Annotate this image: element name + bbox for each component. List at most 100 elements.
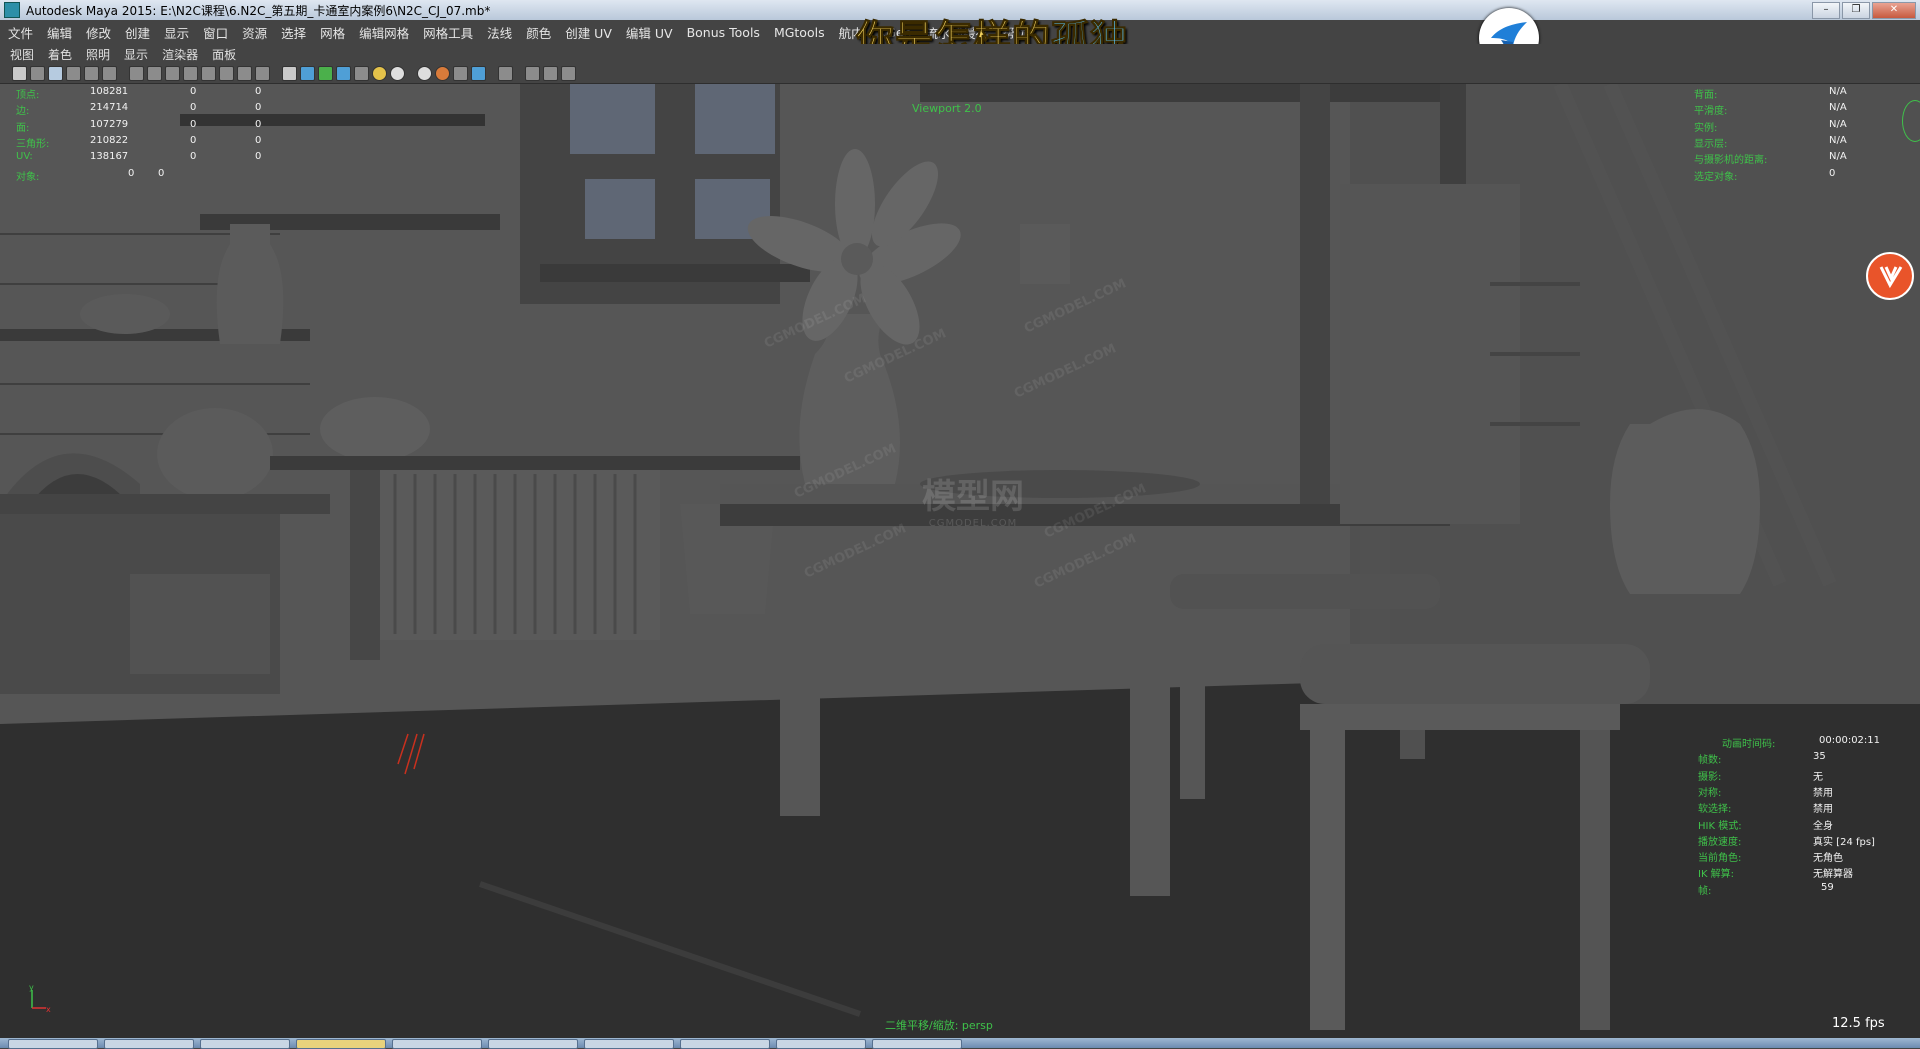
- image-plane-icon[interactable]: [66, 66, 81, 81]
- hud-label: 软选择:: [1698, 804, 1732, 816]
- camera-cube-icon[interactable]: [525, 66, 540, 81]
- motion-blur-icon[interactable]: [435, 66, 450, 81]
- hud-value: 0: [255, 118, 262, 130]
- panel-menu-item[interactable]: 渲染器: [162, 46, 198, 63]
- film-gate-icon[interactable]: [102, 66, 117, 81]
- camera-label: 二维平移/缩放: persp: [885, 1019, 993, 1032]
- panel-menu-item[interactable]: 视图: [10, 46, 34, 63]
- field-chart-icon[interactable]: [165, 66, 180, 81]
- viewport-scene: [0, 84, 1920, 1038]
- axis-gizmo-icon: y x: [29, 984, 51, 1014]
- hud-label: 选定对象:: [1694, 171, 1738, 183]
- hud-value: 0: [255, 102, 262, 114]
- menu-item[interactable]: 网格: [320, 23, 345, 42]
- hud-value: N/A: [1829, 151, 1847, 163]
- axis-x-label: x: [46, 1005, 51, 1014]
- bookmarks-icon[interactable]: [48, 66, 63, 81]
- hud-value: 无: [1813, 771, 1823, 783]
- watermark-logo-en: CGMODEL.COM: [928, 518, 1018, 529]
- hud-value: 0: [190, 151, 197, 163]
- menu-item[interactable]: 资源: [242, 23, 267, 42]
- panel-menu-item[interactable]: 着色: [48, 46, 72, 63]
- menu-item[interactable]: 文件: [8, 23, 33, 42]
- menu-item[interactable]: 创建 UV: [565, 23, 612, 42]
- menu-item[interactable]: 编辑网格: [359, 23, 409, 42]
- isolate-select-icon[interactable]: [219, 66, 234, 81]
- panel-menu-item[interactable]: 显示: [124, 46, 148, 63]
- menu-item[interactable]: 编辑: [47, 23, 72, 42]
- hud-label: HIK 模式:: [1698, 820, 1742, 832]
- hud-value: 138167: [90, 151, 129, 163]
- select-camera-icon[interactable]: [12, 66, 27, 81]
- depth-of-field-icon[interactable]: [471, 66, 486, 81]
- menu-item[interactable]: 窗口: [203, 23, 228, 42]
- hud-value: 0: [1829, 167, 1836, 179]
- node-editor-icon[interactable]: [561, 66, 576, 81]
- hud-label: 面:: [16, 122, 30, 134]
- window-title: Autodesk Maya 2015: E:\N2C课程\6.N2C_第五期_卡…: [26, 3, 491, 18]
- xray-icon[interactable]: [237, 66, 252, 81]
- hud-label: 边:: [16, 106, 30, 118]
- hud-value: 108281: [90, 86, 129, 97]
- menu-item[interactable]: MGtools: [774, 25, 825, 40]
- gate-mask-icon[interactable]: [147, 66, 162, 81]
- checker-icon[interactable]: [354, 66, 369, 81]
- isolate-view-icon[interactable]: [498, 66, 513, 81]
- hud-value: 35: [1813, 751, 1826, 763]
- safe-title-icon[interactable]: [201, 66, 216, 81]
- use-all-lights-icon[interactable]: [372, 66, 387, 81]
- hud-label: 帧:: [1698, 885, 1712, 897]
- menu-item[interactable]: 创建: [125, 23, 150, 42]
- panel-menubar: 视图 着色 照明 显示 渲染器 面板: [0, 44, 1920, 64]
- hud-value: 全身: [1813, 820, 1833, 832]
- menu-item[interactable]: 选择: [281, 23, 306, 42]
- hud-label: 三角形:: [16, 138, 50, 150]
- menu-item[interactable]: 网格工具: [423, 23, 473, 42]
- resolution-gate-icon[interactable]: [129, 66, 144, 81]
- panel-menu-item[interactable]: 面板: [212, 46, 236, 63]
- multisample-aa-icon[interactable]: [453, 66, 468, 81]
- 3d-viewport[interactable]: CGMODEL.COM CGMODEL.COM CGMODEL.COM CGMO…: [0, 84, 1920, 1038]
- hud-value: 真实 [24 fps]: [1813, 836, 1875, 848]
- safe-action-icon[interactable]: [183, 66, 198, 81]
- hud-label: 实例:: [1694, 122, 1718, 134]
- hud-label: 平滑度:: [1694, 106, 1728, 118]
- close-button[interactable]: ✕: [1872, 2, 1916, 19]
- smooth-shade-icon[interactable]: [300, 66, 315, 81]
- hud-value: N/A: [1829, 118, 1847, 130]
- panel-toolbar: [0, 64, 1920, 84]
- hud-value: 禁用: [1813, 804, 1833, 816]
- panel-layout-icon[interactable]: [543, 66, 558, 81]
- menu-item[interactable]: 编辑 UV: [626, 23, 673, 42]
- minimize-button[interactable]: –: [1812, 2, 1840, 19]
- wireframe-icon[interactable]: [282, 66, 297, 81]
- hud-value: 00:00:02:11: [1819, 735, 1881, 746]
- restore-icon: ❐: [1851, 4, 1861, 15]
- restore-button[interactable]: ❐: [1842, 2, 1870, 19]
- menu-item[interactable]: 修改: [86, 23, 111, 42]
- hud-value: 0: [255, 86, 262, 97]
- hud-value: 0: [190, 134, 197, 146]
- textured-icon[interactable]: [336, 66, 351, 81]
- hud-value: 0: [190, 118, 197, 130]
- hud-value: N/A: [1829, 102, 1847, 114]
- grid-icon[interactable]: [84, 66, 99, 81]
- wireframe-on-shaded-icon[interactable]: [318, 66, 333, 81]
- hud-value: 214714: [90, 102, 129, 114]
- hud-value: 0: [255, 134, 262, 146]
- camera-attributes-icon[interactable]: [30, 66, 45, 81]
- hud-label: 播放速度:: [1698, 836, 1742, 848]
- cgmodel-watermark-logo: 模型网 CGMODEL.COM: [908, 469, 1038, 529]
- menu-item[interactable]: 法线: [487, 23, 512, 42]
- hud-value: 无角色: [1813, 853, 1843, 865]
- shadows-icon[interactable]: [390, 66, 405, 81]
- hud-value: 107279: [90, 118, 129, 130]
- screen-space-ao-icon[interactable]: [417, 66, 432, 81]
- hud-label: 摄影:: [1698, 771, 1722, 783]
- menu-item[interactable]: 颜色: [526, 23, 551, 42]
- menu-item[interactable]: 显示: [164, 23, 189, 42]
- hud-label: 当前角色:: [1698, 853, 1742, 865]
- text-icon[interactable]: [255, 66, 270, 81]
- panel-menu-item[interactable]: 照明: [86, 46, 110, 63]
- menu-item[interactable]: Bonus Tools: [687, 25, 760, 40]
